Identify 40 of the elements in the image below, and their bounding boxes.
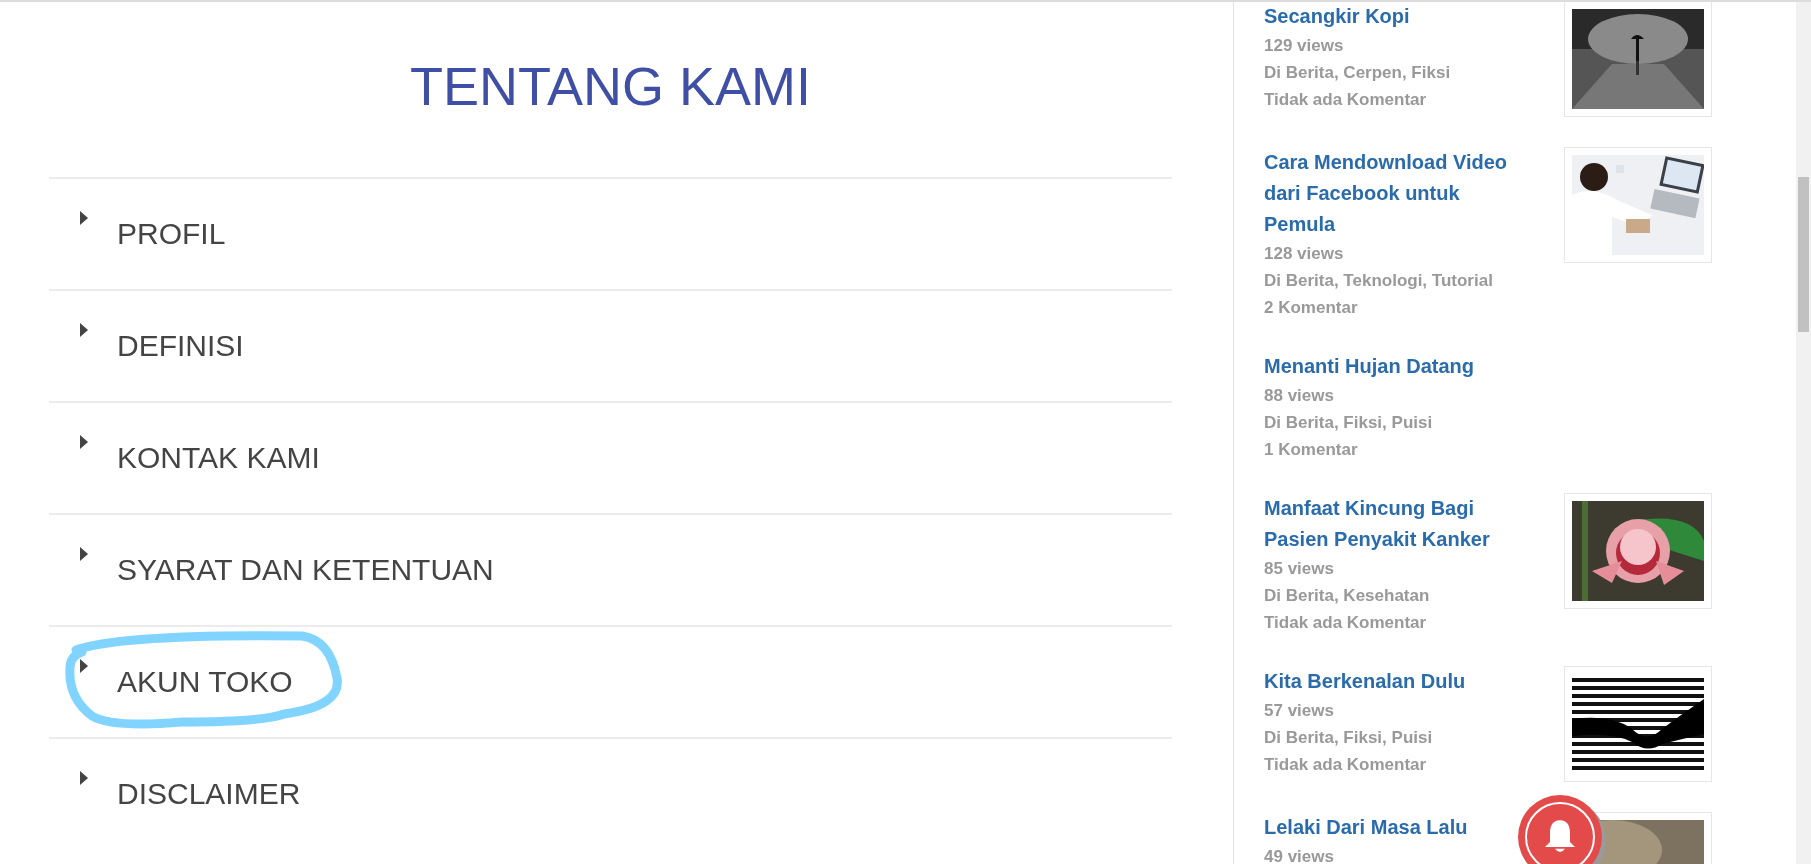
comment-count: Tidak ada Komentar [1264, 612, 1428, 634]
post-categories: Di Berita, Fiksi, Puisi [1264, 727, 1434, 749]
accordion-item[interactable]: DISCLAIMER [117, 777, 301, 811]
accordion-item[interactable]: PROFIL [117, 217, 226, 251]
caret-icon [80, 211, 88, 225]
view-count: 57 views [1264, 700, 1335, 722]
accordion-item[interactable]: KONTAK KAMI [117, 441, 320, 475]
post-thumbnail[interactable] [1564, 147, 1712, 263]
post-title-link[interactable]: Cara Mendownload Video dari Facebook untuk Pemula [1264, 147, 1534, 240]
post-categories: Di Berita, Fiksi, Puisi [1264, 412, 1434, 434]
post-title-link[interactable]: Menanti Hujan Datang [1264, 351, 1474, 382]
view-count: 49 views [1264, 846, 1335, 864]
view-count: 88 views [1264, 385, 1335, 407]
accordion-item[interactable]: SYARAT DAN KETENTUAN [117, 553, 494, 587]
caret-icon [80, 771, 88, 785]
post-title-link[interactable]: Secangkir Kopi [1264, 2, 1410, 32]
comment-count: Tidak ada Komentar [1264, 754, 1428, 776]
notification-bell-button[interactable] [1518, 795, 1602, 864]
post-thumbnail[interactable] [1564, 666, 1712, 782]
view-count: 128 views [1264, 243, 1345, 265]
post-title-link[interactable]: Manfaat Kincung Bagi Pasien Penyakit Kanker [1264, 493, 1534, 555]
caret-icon [80, 323, 88, 337]
post-thumbnail[interactable] [1564, 2, 1712, 117]
caret-icon [80, 435, 88, 449]
view-count: 129 views [1264, 35, 1345, 57]
post-thumbnail[interactable] [1564, 493, 1712, 609]
comment-count: 2 Komentar [1264, 297, 1359, 319]
post-categories: Di Berita, Teknologi, Tutorial [1264, 270, 1494, 292]
caret-icon [80, 547, 88, 561]
view-count: 85 views [1264, 558, 1335, 580]
page-title: TENTANG KAMI [410, 55, 811, 118]
post-title-link[interactable]: Lelaki Dari Masa Lalu [1264, 812, 1468, 843]
accordion-item[interactable]: DEFINISI [117, 329, 244, 363]
comment-count: Tidak ada Komentar [1264, 89, 1428, 111]
accordion-item[interactable]: AKUN TOKO [117, 665, 293, 699]
caret-icon [80, 659, 88, 673]
post-title-link[interactable]: Kita Berkenalan Dulu [1264, 666, 1466, 697]
comment-count: 1 Komentar [1264, 439, 1359, 461]
post-categories: Di Berita, Kesehatan [1264, 585, 1431, 607]
post-categories: Di Berita, Cerpen, Fiksi [1264, 62, 1452, 84]
